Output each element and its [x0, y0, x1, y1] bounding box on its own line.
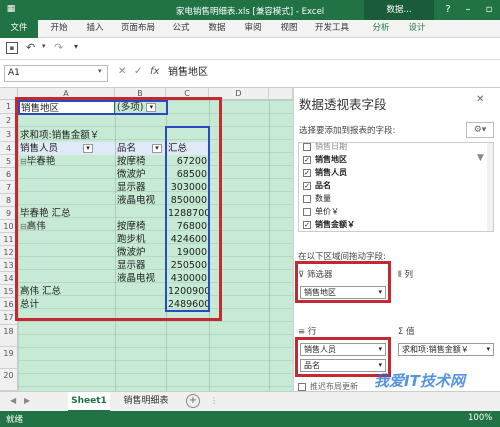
field-item[interactable]: 数量	[303, 193, 331, 205]
field-item[interactable]: 单价￥	[303, 206, 339, 218]
cancel-icon[interactable]: ✕	[118, 66, 126, 77]
defer-label: 推迟布局更新	[310, 382, 358, 391]
tab-data[interactable]: 数据	[202, 20, 232, 38]
value-area-label: 值	[406, 327, 415, 337]
tab-view[interactable]: 视图	[274, 20, 304, 38]
status-bar: 就绪 100%	[0, 411, 500, 427]
row-header[interactable]: 19	[0, 347, 18, 369]
field-label: 销售日期	[315, 142, 347, 151]
row-header[interactable]: 18	[0, 325, 18, 347]
tab-analyze[interactable]: 分析	[366, 20, 396, 38]
tab-formulas[interactable]: 公式	[166, 20, 196, 38]
checkbox-unchecked[interactable]	[303, 143, 311, 151]
checkbox-checked[interactable]: ✓	[303, 155, 311, 164]
field-label: 销售金额￥	[315, 220, 355, 229]
zoom-level[interactable]: 100%	[468, 413, 492, 423]
undo-dropdown-icon[interactable]: ▾	[42, 42, 46, 50]
pivot-field-panel: 数据透视表字段 ✕ 选择要添加到报表的字段: ⚙▾ 销售日期 ✓ 销售地区 ✓ 销售…	[293, 88, 500, 391]
enter-icon[interactable]: ✓	[134, 66, 142, 77]
gridline-vertical	[269, 100, 270, 391]
redo-icon[interactable]: ↷	[54, 41, 63, 54]
value-field-pill[interactable]: 求和项:销售金额￥ ▾	[398, 343, 494, 356]
tab-file[interactable]: 文件	[0, 20, 38, 38]
checkbox-checked[interactable]: ✓	[303, 181, 311, 190]
tab-design[interactable]: 设计	[402, 20, 432, 38]
field-item[interactable]: ✓ 销售地区	[303, 154, 347, 166]
field-item[interactable]: 销售日期	[303, 142, 347, 153]
annotation-blue-box	[165, 126, 210, 312]
maximize-icon[interactable]: ▫	[479, 0, 499, 20]
rows-icon: ≡	[298, 327, 308, 337]
watermark: 我爱IT技术网	[374, 372, 465, 390]
panel-subtitle: 选择要添加到报表的字段:	[299, 126, 396, 136]
save-icon[interactable]: ▪	[6, 42, 18, 54]
sheet-tab-sales-detail[interactable]: 销售明细表	[116, 392, 176, 412]
filter-funnel-icon[interactable]: ▼	[477, 153, 484, 163]
column-area-label: 列	[404, 270, 413, 280]
value-field-label: 求和项:销售金额￥	[402, 345, 469, 354]
checkbox-checked[interactable]: ✓	[303, 168, 311, 177]
field-label: 销售人员	[315, 168, 347, 177]
column-area-header: ⦀ 列	[398, 268, 413, 280]
more-icon[interactable]: ⋮	[210, 396, 218, 405]
name-box-dropdown-icon[interactable]: ▾	[98, 67, 102, 75]
quick-access-toolbar: ▪ ↶ ▾ ↷ ▾	[0, 38, 500, 60]
tab-developer[interactable]: 开发工具	[310, 20, 354, 38]
field-item[interactable]: ✓ 销售人员	[303, 167, 347, 179]
context-tab-group-header: 数据...	[364, 0, 434, 20]
scroll-right-icon[interactable]: ▶	[24, 396, 30, 405]
field-label: 销售地区	[315, 155, 347, 164]
row-area-label: 行	[307, 327, 317, 337]
tab-review[interactable]: 审阅	[238, 20, 268, 38]
field-list-scrollbar[interactable]	[487, 143, 493, 231]
add-sheet-icon[interactable]: +	[186, 394, 200, 408]
sheet-tab-sheet1[interactable]: Sheet1	[68, 392, 110, 412]
customize-qat-icon[interactable]: ▾	[74, 42, 78, 51]
field-item[interactable]: ✓ 品名	[303, 180, 331, 192]
checkbox-unchecked[interactable]	[303, 207, 311, 216]
tab-home[interactable]: 开始	[44, 20, 74, 38]
field-label: 单价￥	[315, 207, 339, 216]
column-header-e[interactable]	[269, 88, 293, 100]
row-area-header: ≡ 行	[298, 325, 316, 337]
tab-insert[interactable]: 插入	[80, 20, 110, 38]
value-area-header: Σ 值	[398, 325, 415, 337]
worksheet-grid[interactable]: A B C D 1 2 3 4 5 6 7 8 9 10 11 12 13 14…	[0, 88, 293, 391]
sigma-icon: Σ	[398, 327, 407, 337]
tab-page-layout[interactable]: 页面布局	[116, 20, 160, 38]
settings-gear-icon[interactable]: ⚙▾	[466, 122, 494, 138]
checkbox-unchecked[interactable]	[303, 194, 311, 203]
help-button[interactable]: ?	[438, 0, 458, 20]
formula-input[interactable]: 销售地区	[168, 65, 298, 82]
ribbon-tabs: 文件 开始 插入 页面布局 公式 数据 审阅 视图 开发工具 分析 设计	[0, 20, 500, 38]
annotation-red-box	[295, 261, 391, 303]
field-label: 数量	[315, 194, 331, 203]
insert-function-icon[interactable]: fx	[150, 66, 159, 77]
field-label: 品名	[315, 181, 331, 190]
dropdown-arrow-icon[interactable]: ▾	[486, 344, 490, 355]
panel-title: 数据透视表字段	[299, 97, 387, 112]
row-header[interactable]: 20	[0, 369, 18, 391]
field-item[interactable]: ✓ 销售金额￥	[303, 219, 355, 231]
sheet-tab-bar: ◀ ▶ Sheet1 销售明细表 + ⋮	[0, 391, 500, 412]
formula-bar: A1 ▾ ✕ ✓ fx 销售地区	[0, 60, 500, 88]
status-text: 就绪	[6, 415, 24, 425]
defer-checkbox[interactable]	[298, 382, 306, 391]
undo-icon[interactable]: ↶	[26, 41, 35, 54]
title-bar: ▦ 家电销售明细表.xls [兼容模式] - Excel 数据... ? – ▫	[0, 0, 500, 20]
close-panel-icon[interactable]: ✕	[476, 94, 484, 105]
checkbox-checked[interactable]: ✓	[303, 220, 311, 229]
name-box[interactable]: A1	[4, 65, 108, 82]
annotation-blue-box	[18, 100, 168, 115]
scroll-left-icon[interactable]: ◀	[10, 396, 16, 405]
field-list: 销售日期 ✓ 销售地区 ✓ 销售人员 ✓ 品名 数量 单价￥ ✓ 销售金额￥ ▼	[298, 142, 494, 232]
minimize-icon[interactable]: –	[458, 0, 478, 20]
